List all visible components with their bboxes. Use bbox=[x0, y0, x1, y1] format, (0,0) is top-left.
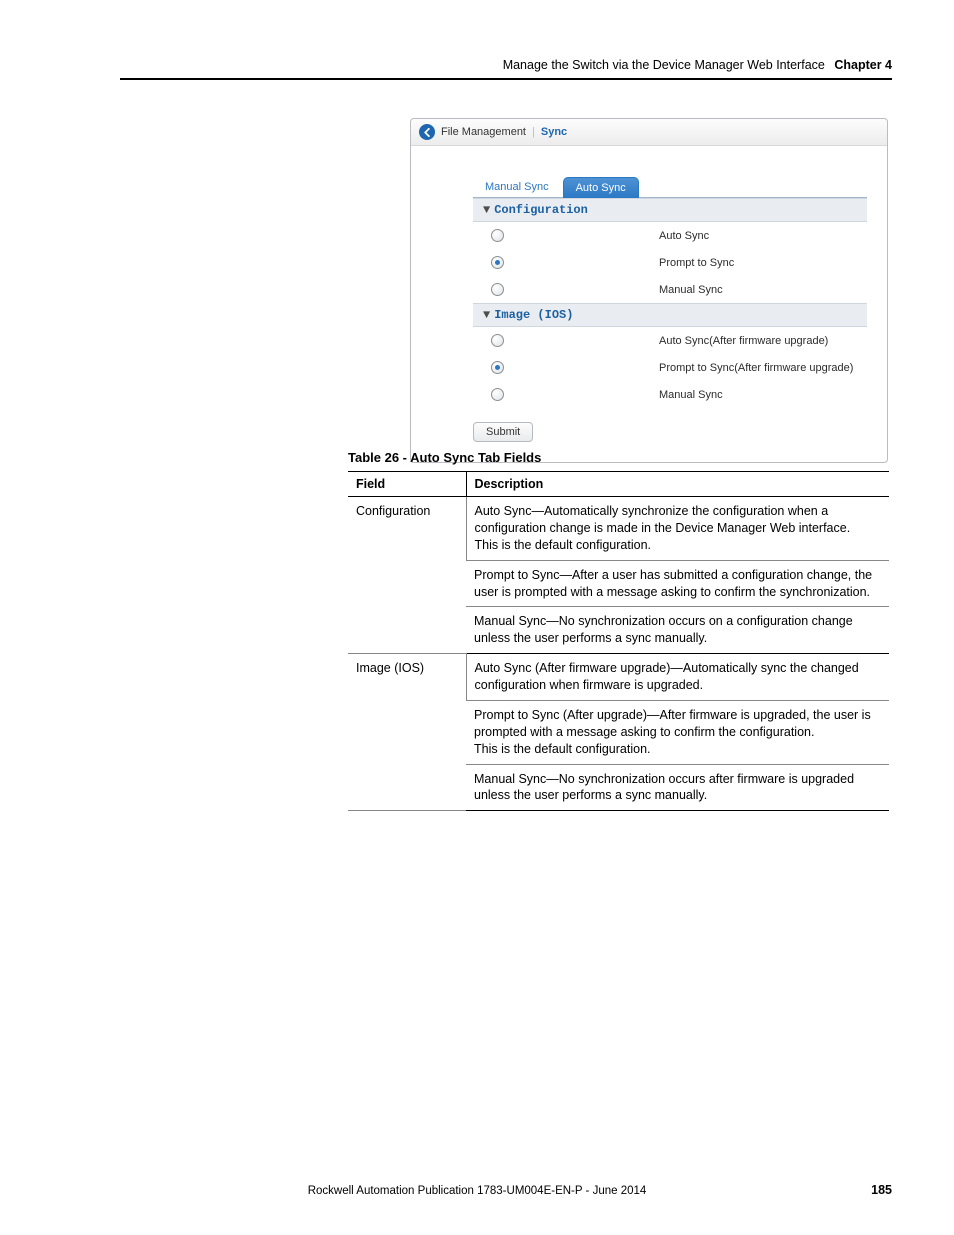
table-cell-desc: Manual Sync—No synchronization occurs af… bbox=[466, 764, 889, 811]
config-option-prompt-to-sync[interactable]: Prompt to Sync bbox=[473, 249, 867, 276]
running-title: Manage the Switch via the Device Manager… bbox=[503, 58, 825, 72]
config-option-manual-sync[interactable]: Manual Sync bbox=[473, 276, 867, 303]
page-number: 185 bbox=[871, 1183, 892, 1197]
radio-icon[interactable] bbox=[491, 388, 504, 401]
table-header-field: Field bbox=[348, 472, 466, 497]
section-header-configuration[interactable]: ▼ Configuration bbox=[473, 198, 867, 222]
breadcrumb-separator: | bbox=[532, 126, 535, 138]
table-cell-desc: Prompt to Sync—After a user has submitte… bbox=[466, 560, 889, 607]
breadcrumb-sync: Sync bbox=[541, 126, 567, 138]
image-option-manual-sync[interactable]: Manual Sync bbox=[473, 381, 867, 408]
screenshot-titlebar: File Management | Sync bbox=[411, 119, 887, 146]
radio-icon[interactable] bbox=[491, 283, 504, 296]
back-icon[interactable] bbox=[419, 124, 435, 140]
submit-button[interactable]: Submit bbox=[473, 422, 533, 442]
table-cell-desc: Auto Sync—Automatically synchronize the … bbox=[466, 497, 889, 561]
section-header-image-ios[interactable]: ▼ Image (IOS) bbox=[473, 303, 867, 327]
tab-manual-sync[interactable]: Manual Sync bbox=[473, 177, 561, 198]
radio-icon[interactable] bbox=[491, 229, 504, 242]
option-label: Auto Sync bbox=[659, 230, 709, 242]
running-header: Manage the Switch via the Device Manager… bbox=[120, 58, 892, 80]
table-cell-field: Image (IOS) bbox=[348, 654, 466, 811]
table-row: Configuration Auto Sync—Automatically sy… bbox=[348, 497, 889, 561]
table-cell-desc: Manual Sync—No synchronization occurs on… bbox=[466, 607, 889, 654]
image-option-auto-sync[interactable]: Auto Sync(After firmware upgrade) bbox=[473, 327, 867, 354]
radio-icon[interactable] bbox=[491, 334, 504, 347]
table-caption: Table 26 - Auto Sync Tab Fields bbox=[348, 450, 541, 465]
radio-icon[interactable] bbox=[491, 256, 504, 269]
breadcrumb-file-management[interactable]: File Management bbox=[441, 126, 526, 138]
option-label: Manual Sync bbox=[659, 389, 723, 401]
config-option-auto-sync[interactable]: Auto Sync bbox=[473, 222, 867, 249]
section-title-image-ios: Image (IOS) bbox=[494, 308, 573, 322]
footer-publication: Rockwell Automation Publication 1783-UM0… bbox=[0, 1185, 954, 1197]
option-label: Auto Sync(After firmware upgrade) bbox=[659, 335, 828, 347]
table-row: Image (IOS) Auto Sync (After firmware up… bbox=[348, 654, 889, 701]
option-label: Manual Sync bbox=[659, 284, 723, 296]
chapter-label: Chapter 4 bbox=[834, 58, 892, 72]
auto-sync-fields-table: Field Description Configuration Auto Syn… bbox=[348, 471, 889, 811]
collapse-icon: ▼ bbox=[483, 308, 490, 322]
radio-icon[interactable] bbox=[491, 361, 504, 374]
tab-auto-sync[interactable]: Auto Sync bbox=[563, 177, 639, 198]
tab-bar: Manual Sync Auto Sync bbox=[473, 176, 867, 198]
collapse-icon: ▼ bbox=[483, 203, 490, 217]
table-cell-desc: Prompt to Sync (After upgrade)—After fir… bbox=[466, 700, 889, 764]
image-option-prompt-to-sync[interactable]: Prompt to Sync(After firmware upgrade) bbox=[473, 354, 867, 381]
section-title-configuration: Configuration bbox=[494, 203, 588, 217]
table-header-description: Description bbox=[466, 472, 889, 497]
table-cell-field: Configuration bbox=[348, 497, 466, 654]
option-label: Prompt to Sync bbox=[659, 257, 734, 269]
screenshot-panel: File Management | Sync Manual Sync Auto … bbox=[410, 118, 888, 463]
table-cell-desc: Auto Sync (After firmware upgrade)—Autom… bbox=[466, 654, 889, 701]
option-label: Prompt to Sync(After firmware upgrade) bbox=[659, 362, 853, 374]
